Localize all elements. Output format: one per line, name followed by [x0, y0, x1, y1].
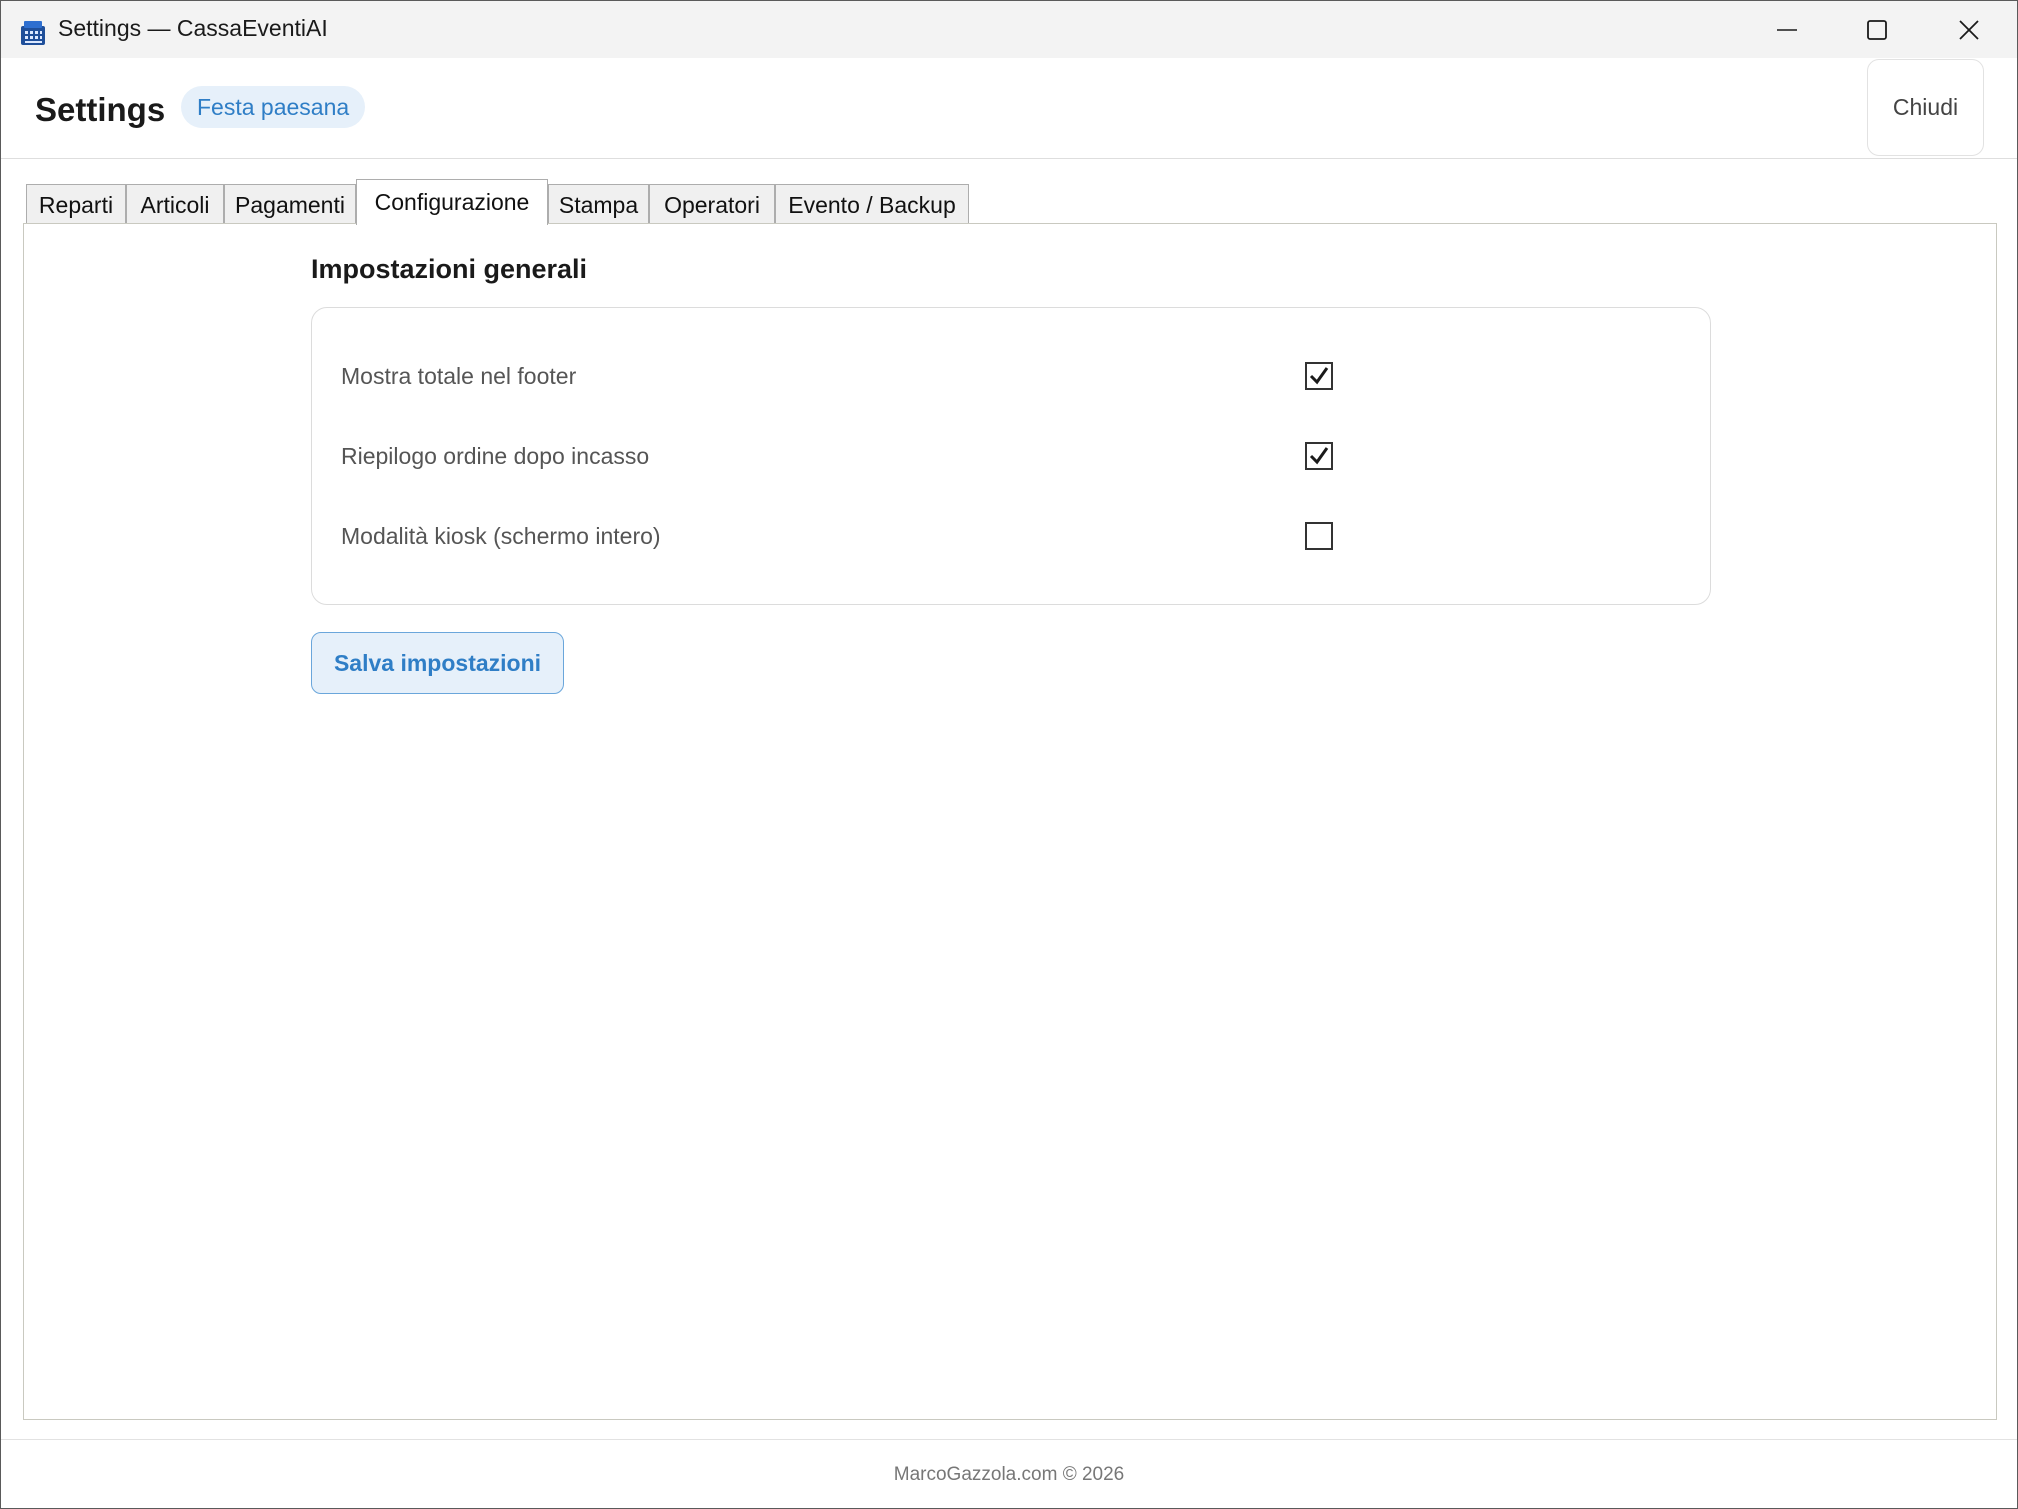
- tab-stampa[interactable]: Stampa: [548, 184, 649, 224]
- tab-pagamenti[interactable]: Pagamenti: [224, 184, 356, 224]
- tab-panel-configurazione: Impostazioni generali Mostra totale nel …: [23, 223, 1997, 1420]
- options-card: Mostra totale nel footer Riepilogo ordin…: [311, 307, 1711, 605]
- tab-operatori[interactable]: Operatori: [649, 184, 775, 224]
- order-summary-checkbox[interactable]: [1305, 442, 1333, 470]
- checkmark-icon: [1309, 447, 1329, 465]
- settings-header: Settings Festa paesana Chiudi: [1, 58, 2017, 159]
- cash-register-icon: [21, 21, 45, 45]
- option-label: Riepilogo ordine dopo incasso: [341, 443, 650, 469]
- close-icon: [1959, 19, 1979, 40]
- kiosk-mode-checkbox[interactable]: [1305, 522, 1333, 550]
- option-row: Modalità kiosk (schermo intero): [312, 517, 1710, 557]
- option-label: Mostra totale nel footer: [341, 363, 577, 389]
- maximize-icon: [1867, 19, 1887, 40]
- window-close-button[interactable]: [1923, 1, 2015, 58]
- tab-evento-backup[interactable]: Evento / Backup: [775, 184, 969, 224]
- save-settings-button[interactable]: Salva impostazioni: [311, 632, 564, 694]
- minimize-icon: [1777, 28, 1797, 31]
- show-total-footer-checkbox[interactable]: [1305, 362, 1333, 390]
- option-row: Riepilogo ordine dopo incasso: [312, 437, 1710, 477]
- page-title: Settings: [35, 91, 166, 128]
- minimize-button[interactable]: [1741, 1, 1833, 58]
- checkmark-icon: [1309, 367, 1329, 385]
- option-row: Mostra totale nel footer: [312, 357, 1710, 397]
- footer: MarcoGazzola.com © 2026: [1, 1439, 2017, 1508]
- option-label: Modalità kiosk (schermo intero): [341, 523, 661, 549]
- footer-copyright: MarcoGazzola.com © 2026: [893, 1464, 1125, 1485]
- tab-configurazione[interactable]: Configurazione: [356, 179, 548, 225]
- tab-articoli[interactable]: Articoli: [126, 184, 224, 224]
- tab-reparti[interactable]: Reparti: [26, 184, 126, 224]
- settings-window: Settings — CassaEventiAI Settings Festa …: [0, 0, 2018, 1509]
- chiudi-button[interactable]: Chiudi: [1867, 59, 1984, 156]
- maximize-button[interactable]: [1831, 1, 1923, 58]
- window-title: Settings — CassaEventiAI: [58, 15, 328, 41]
- event-badge: Festa paesana: [181, 86, 366, 128]
- section-title: Impostazioni generali: [311, 254, 588, 284]
- title-bar: Settings — CassaEventiAI: [1, 1, 2017, 58]
